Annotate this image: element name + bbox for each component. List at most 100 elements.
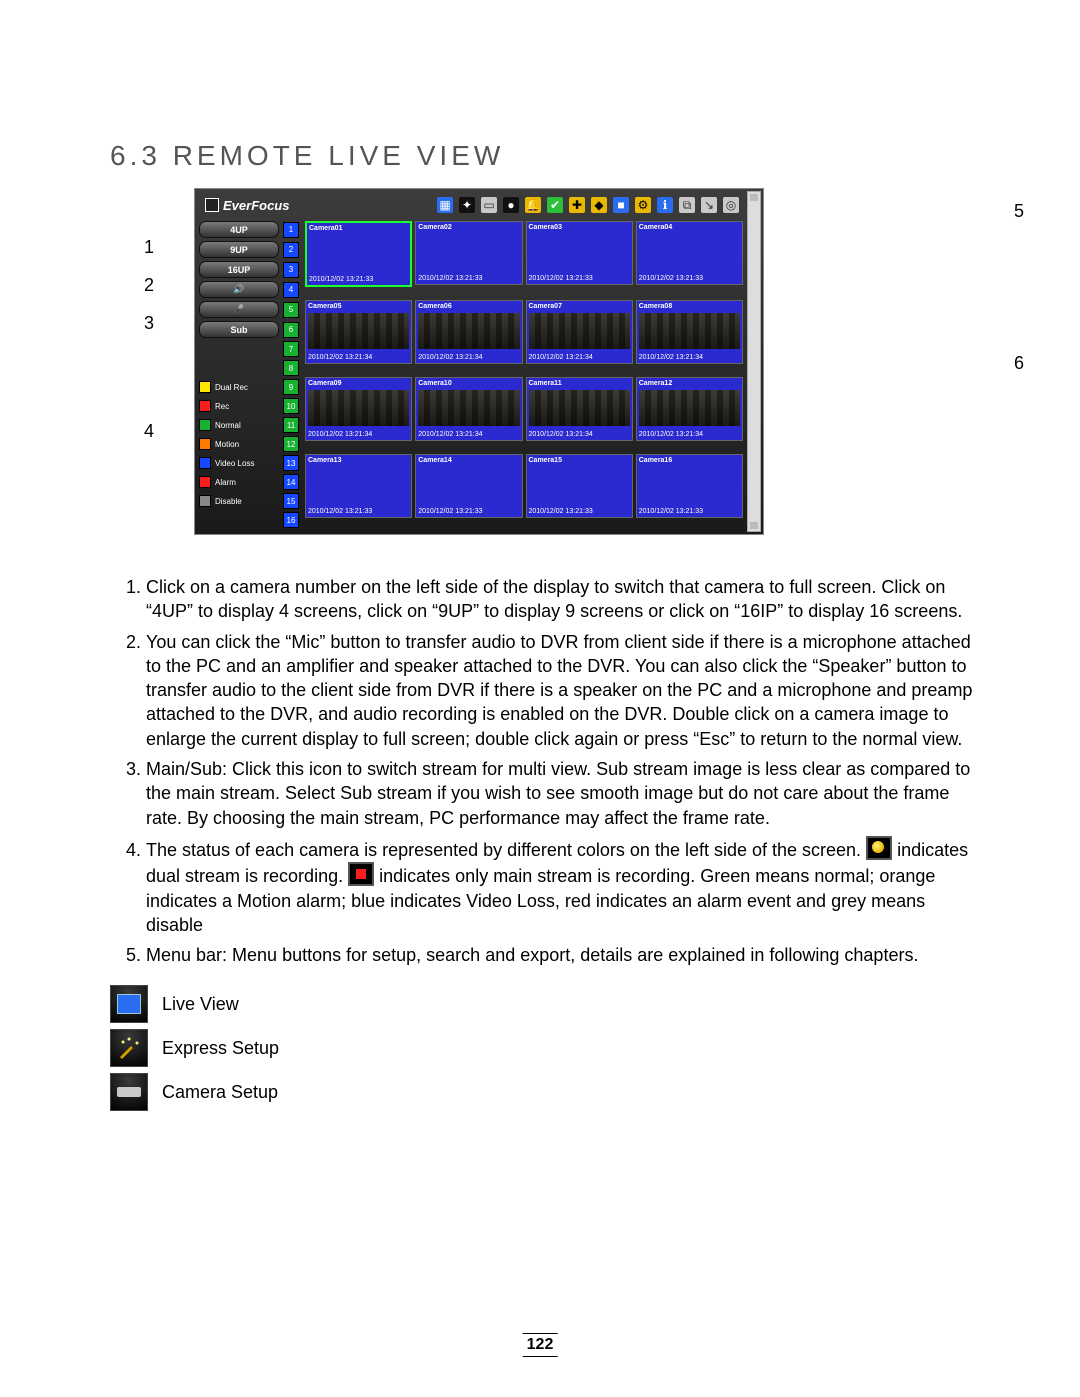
camera-tile-timestamp: 2010/12/02 13:21:34	[529, 431, 593, 438]
camera-tile-label: Camera09	[308, 380, 341, 387]
camera-tile-label: Camera16	[639, 457, 672, 464]
legend-normal: Normal	[215, 421, 279, 430]
layout-16up-button[interactable]: 16UP	[199, 261, 279, 278]
camera-slot-10[interactable]: 10	[283, 398, 299, 414]
camera-tile-15[interactable]: Camera15 2010/12/02 13:21:33	[526, 454, 633, 518]
display-icon[interactable]: ■	[613, 197, 629, 213]
callout-3: 3	[144, 314, 154, 332]
title-bar: EverFocus ▦ ✦ ▭ ● 🔔 ✔ ✚ ◆ ■ ⚙ ℹ ⧉ ↘ ◎	[199, 193, 759, 221]
instruction-2: You can click the “Mic” button to transf…	[146, 630, 980, 751]
camera-icon[interactable]: ▭	[481, 197, 497, 213]
menu-icon-legend: Live View Express Setup Camera Setup	[110, 985, 980, 1111]
camera-slot-14[interactable]: 14	[283, 474, 299, 490]
system-icon[interactable]: ⚙	[635, 197, 651, 213]
camera-tile-12[interactable]: Camera12 2010/12/02 13:21:34	[636, 377, 743, 441]
speaker-button[interactable]: 🎤	[199, 301, 279, 318]
camera-slot-15[interactable]: 15	[283, 493, 299, 509]
camera-tile-label: Camera11	[529, 380, 562, 387]
network-icon[interactable]: ✚	[569, 197, 585, 213]
camera-slot-4[interactable]: 4	[283, 282, 299, 298]
legend-swatch-normal	[199, 419, 211, 431]
camera-tile-timestamp: 2010/12/02 13:21:34	[308, 354, 372, 361]
camera-tile-label: Camera05	[308, 303, 341, 310]
camera-tile-14[interactable]: Camera14 2010/12/02 13:21:33	[415, 454, 522, 518]
camera-slot-9[interactable]: 9	[283, 379, 299, 395]
record-icon[interactable]: ●	[503, 197, 519, 213]
camera-tile-timestamp: 2010/12/02 13:21:33	[418, 275, 482, 282]
camera-tile-10[interactable]: Camera102010/12/02 13:21:34	[415, 377, 522, 441]
camera-tile-timestamp: 2010/12/02 13:21:34	[529, 354, 593, 361]
live-view-legend-icon	[110, 985, 148, 1023]
camera-slot-5[interactable]: 5	[283, 302, 299, 318]
camera-tile-1[interactable]: Camera012010/12/02 13:21:33	[305, 221, 412, 287]
camera-tile-11[interactable]: Camera11 2010/12/02 13:21:34	[526, 377, 633, 441]
camera-slot-8[interactable]: 8	[283, 360, 299, 376]
camera-tile-5[interactable]: Camera05 2010/12/02 13:21:34	[305, 300, 412, 364]
camera-tile-label: Camera06	[418, 303, 451, 310]
dual-rec-status-icon	[866, 836, 892, 860]
callout-2: 2	[144, 276, 154, 294]
camera-tile-timestamp: 2010/12/02 13:21:33	[529, 508, 593, 515]
stream-sub-button[interactable]: Sub	[199, 321, 279, 338]
callout-6: 6	[1014, 354, 1024, 372]
camera-slot-6[interactable]: 6	[283, 322, 299, 338]
camera-tile-timestamp: 2010/12/02 13:21:34	[639, 431, 703, 438]
info-icon[interactable]: ℹ	[657, 197, 673, 213]
callout-4: 4	[144, 422, 154, 440]
instruction-4a: The status of each camera is represented…	[146, 840, 861, 860]
camera-tile-16[interactable]: Camera162010/12/02 13:21:33	[636, 454, 743, 518]
callouts-right: 5 6	[1014, 202, 1024, 506]
camera-slot-12[interactable]: 12	[283, 436, 299, 452]
instruction-5: Menu bar: Menu buttons for setup, search…	[146, 943, 980, 967]
layout-9up-button[interactable]: 9UP	[199, 241, 279, 258]
camera-slot-1[interactable]: 1	[283, 222, 299, 238]
camera-tile-7[interactable]: Camera07 2010/12/02 13:21:34	[526, 300, 633, 364]
camera-tile-timestamp: 2010/12/02 13:21:34	[418, 431, 482, 438]
camera-tile-4[interactable]: Camera042010/12/02 13:21:33	[636, 221, 743, 285]
camera-tile-6[interactable]: Camera062010/12/02 13:21:34	[415, 300, 522, 364]
layout-4up-button[interactable]: 4UP	[199, 221, 279, 238]
fingerprint-icon[interactable]: ◎	[723, 197, 739, 213]
schedule-icon[interactable]: ✔	[547, 197, 563, 213]
camera-tile-8[interactable]: Camera082010/12/02 13:21:34	[636, 300, 743, 364]
camera-tile-3[interactable]: Camera032010/12/02 13:21:33	[526, 221, 633, 285]
camera-tile-timestamp: 2010/12/02 13:21:34	[308, 431, 372, 438]
camera-slot-11[interactable]: 11	[283, 417, 299, 433]
alarm-icon[interactable]: 🔔	[525, 197, 541, 213]
legend-disable: Disable	[215, 497, 279, 506]
legend-swatch-alarm	[199, 476, 211, 488]
wand-icon[interactable]: ✦	[459, 197, 475, 213]
camera-tile-label: Camera15	[529, 457, 562, 464]
camera-slot-7[interactable]: 7	[283, 341, 299, 357]
legend-swatch-dualrec	[199, 381, 211, 393]
section-title: 6.3 REMOTE LIVE VIEW	[110, 140, 980, 172]
camera-tile-label: Camera07	[529, 303, 562, 310]
camera-tile-label: Camera14	[418, 457, 451, 464]
instruction-3: Main/Sub: Click this icon to switch stre…	[146, 757, 980, 830]
express-setup-legend-icon	[110, 1029, 148, 1067]
disk-icon[interactable]: ◆	[591, 197, 607, 213]
camera-tile-timestamp: 2010/12/02 13:21:33	[418, 508, 482, 515]
camera-tile-13[interactable]: Camera132010/12/02 13:21:33	[305, 454, 412, 518]
camera-tile-label: Camera04	[639, 224, 672, 231]
callouts-left: 1 2 3 4	[144, 238, 154, 460]
express-setup-legend-label: Express Setup	[162, 1038, 279, 1059]
camera-tile-2[interactable]: Camera022010/12/02 13:21:33	[415, 221, 522, 285]
screenshot-figure: 1 2 3 4 5 6 EverFocus ▦ ✦ ▭ ● 🔔	[194, 188, 980, 535]
camera-tile-9[interactable]: Camera09 2010/12/02 13:21:34	[305, 377, 412, 441]
camera-grid: Camera012010/12/02 13:21:33Camera022010/…	[305, 221, 743, 528]
camera-slot-13[interactable]: 13	[283, 455, 299, 471]
camera-tile-label: Camera12	[639, 380, 672, 387]
camera-slot-16[interactable]: 16	[283, 512, 299, 528]
camera-slot-3[interactable]: 3	[283, 262, 299, 278]
menu-bar: ▦ ✦ ▭ ● 🔔 ✔ ✚ ◆ ■ ⚙ ℹ ⧉ ↘ ◎	[437, 197, 753, 213]
camera-slot-2[interactable]: 2	[283, 242, 299, 258]
legend-videoloss: Video Loss	[215, 459, 279, 468]
brand-logo: EverFocus	[205, 198, 289, 213]
live-view-icon[interactable]: ▦	[437, 197, 453, 213]
mic-button[interactable]: 🔊	[199, 281, 279, 298]
scrollbar[interactable]	[747, 191, 761, 532]
logout-icon[interactable]: ↘	[701, 197, 717, 213]
brand-icon	[205, 198, 219, 212]
copy-icon[interactable]: ⧉	[679, 197, 695, 213]
